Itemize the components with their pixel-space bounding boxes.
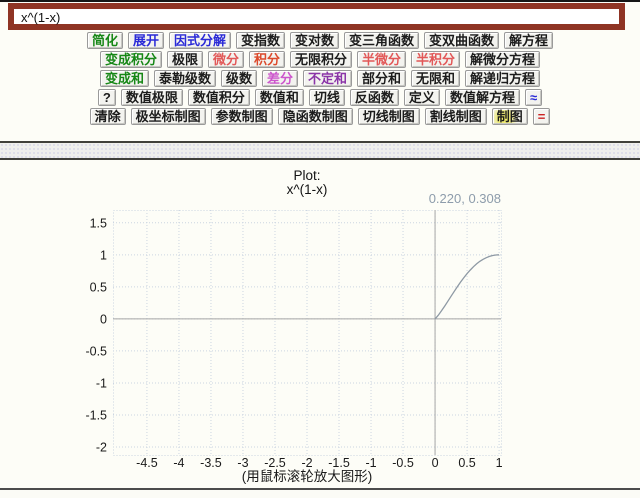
toolbar-btn-r1c6[interactable]: 变三角函数: [344, 32, 419, 49]
bottom-border-line: [0, 488, 640, 498]
toolbar-btn-r3c6[interactable]: 部分和: [357, 70, 406, 87]
toolbar-btn-r5c2[interactable]: 极坐标制图: [131, 108, 206, 125]
toolbar-btn-r4c5[interactable]: 切线: [309, 89, 345, 106]
toolbar-btn-r4c6[interactable]: 反函数: [350, 89, 399, 106]
y-tick-label: -1.5: [85, 408, 107, 422]
toolbar-btn-r5c3[interactable]: 参数制图: [211, 108, 273, 125]
toolbar-btn-r4c4[interactable]: 数值和: [255, 89, 304, 106]
toolbar-btn-r2c4[interactable]: 积分: [249, 51, 285, 68]
toolbar-btn-r1c1[interactable]: 简化: [87, 32, 123, 49]
toolbar-btn-r5c6[interactable]: 割线制图: [425, 108, 487, 125]
y-tick-label: 1.5: [90, 216, 107, 230]
y-tick-label: 0: [100, 312, 107, 326]
splitter-handle[interactable]: [0, 141, 640, 160]
toolbar-btn-r3c5[interactable]: 不定和: [303, 70, 352, 87]
toolbar-row-5: 清除极坐标制图参数制图隐函数制图切线制图割线制图制图 =: [0, 108, 640, 125]
toolbar-btn-r5c8[interactable]: =: [533, 108, 551, 125]
toolbar-btn-r4c1[interactable]: ?: [98, 89, 116, 106]
plot-svg: -4.5-4-3.5-3-2.5-2-1.5-1-0.500.51-2-1.5-…: [70, 210, 520, 474]
toolbar-row-1: 简化展开因式分解变指数变对数变三角函数变双曲函数解方程: [0, 32, 640, 49]
toolbar-btn-r3c1[interactable]: 变成和: [100, 70, 149, 87]
toolbar-btn-r3c7[interactable]: 无限和: [411, 70, 460, 87]
toolbar-btn-r1c4[interactable]: 变指数: [236, 32, 285, 49]
plot-title-line1: Plot:: [113, 169, 501, 183]
toolbar-btn-r4c7[interactable]: 定义: [404, 89, 440, 106]
toolbar-btn-r1c8[interactable]: 解方程: [504, 32, 553, 49]
toolbar-btn-r5c7[interactable]: 制图: [492, 108, 528, 125]
toolbar-btn-r3c4[interactable]: 差分: [262, 70, 298, 87]
y-tick-label: -0.5: [85, 344, 107, 358]
toolbar-btn-r2c2[interactable]: 极限: [167, 51, 203, 68]
toolbar-btn-r5c4[interactable]: 隐函数制图: [278, 108, 353, 125]
top-border-line: [0, 0, 640, 2]
toolbar-row-3: 变成和泰勒级数级数差分不定和部分和无限和解递归方程: [0, 70, 640, 87]
toolbar-btn-r3c2[interactable]: 泰勒级数: [154, 70, 216, 87]
plot-canvas[interactable]: -4.5-4-3.5-3-2.5-2-1.5-1-0.500.51-2-1.5-…: [70, 210, 520, 474]
toolbar-btn-r4c3[interactable]: 数值积分: [188, 89, 250, 106]
y-tick-label: -1: [96, 376, 107, 390]
toolbar-btn-r4c9[interactable]: ≈: [525, 89, 542, 106]
zoom-hint: (用鼠标滚轮放大图形): [113, 465, 501, 485]
toolbar-btn-r2c3[interactable]: 微分: [208, 51, 244, 68]
expression-input-frame: [8, 3, 625, 30]
toolbar-btn-r2c5[interactable]: 无限积分: [290, 51, 352, 68]
toolbar-btn-r1c2[interactable]: 展开: [128, 32, 164, 49]
expression-input[interactable]: [14, 10, 619, 25]
toolbar-btn-r1c7[interactable]: 变双曲函数: [424, 32, 499, 49]
y-tick-label: 1: [100, 248, 107, 262]
plot-section: Plot: x^(1-x) 0.220, 0.308 -4.5-4-3.5-3-…: [0, 160, 640, 487]
toolbar-btn-r4c8[interactable]: 数值解方程: [445, 89, 520, 106]
toolbar-row-4: ? 数值极限数值积分数值和切线反函数定义数值解方程 ≈: [0, 89, 640, 106]
toolbar-btn-r2c8[interactable]: 解微分方程: [465, 51, 540, 68]
cursor-coordinates: 0.220, 0.308: [113, 191, 501, 206]
toolbar-btn-r2c1[interactable]: 变成积分: [100, 51, 162, 68]
toolbar-btn-r1c5[interactable]: 变对数: [290, 32, 339, 49]
toolbar-btn-r2c7[interactable]: 半积分: [411, 51, 460, 68]
y-tick-label: -2: [96, 440, 107, 454]
toolbar-btn-r4c2[interactable]: 数值极限: [121, 89, 183, 106]
toolbar-btn-r3c3[interactable]: 级数: [221, 70, 257, 87]
toolbar-btn-r1c3[interactable]: 因式分解: [169, 32, 231, 49]
toolbar-btn-r3c8[interactable]: 解递归方程: [465, 70, 540, 87]
toolbar-btn-r2c6[interactable]: 半微分: [357, 51, 406, 68]
toolbar-btn-r5c5[interactable]: 切线制图: [358, 108, 420, 125]
y-tick-label: 0.5: [90, 280, 107, 294]
toolbar-btn-r5c1[interactable]: 清除: [90, 108, 126, 125]
toolbar-row-2: 变成积分极限微分积分无限积分半微分半积分解微分方程: [0, 51, 640, 68]
toolbar: 简化展开因式分解变指数变对数变三角函数变双曲函数解方程变成积分极限微分积分无限积…: [0, 32, 640, 125]
